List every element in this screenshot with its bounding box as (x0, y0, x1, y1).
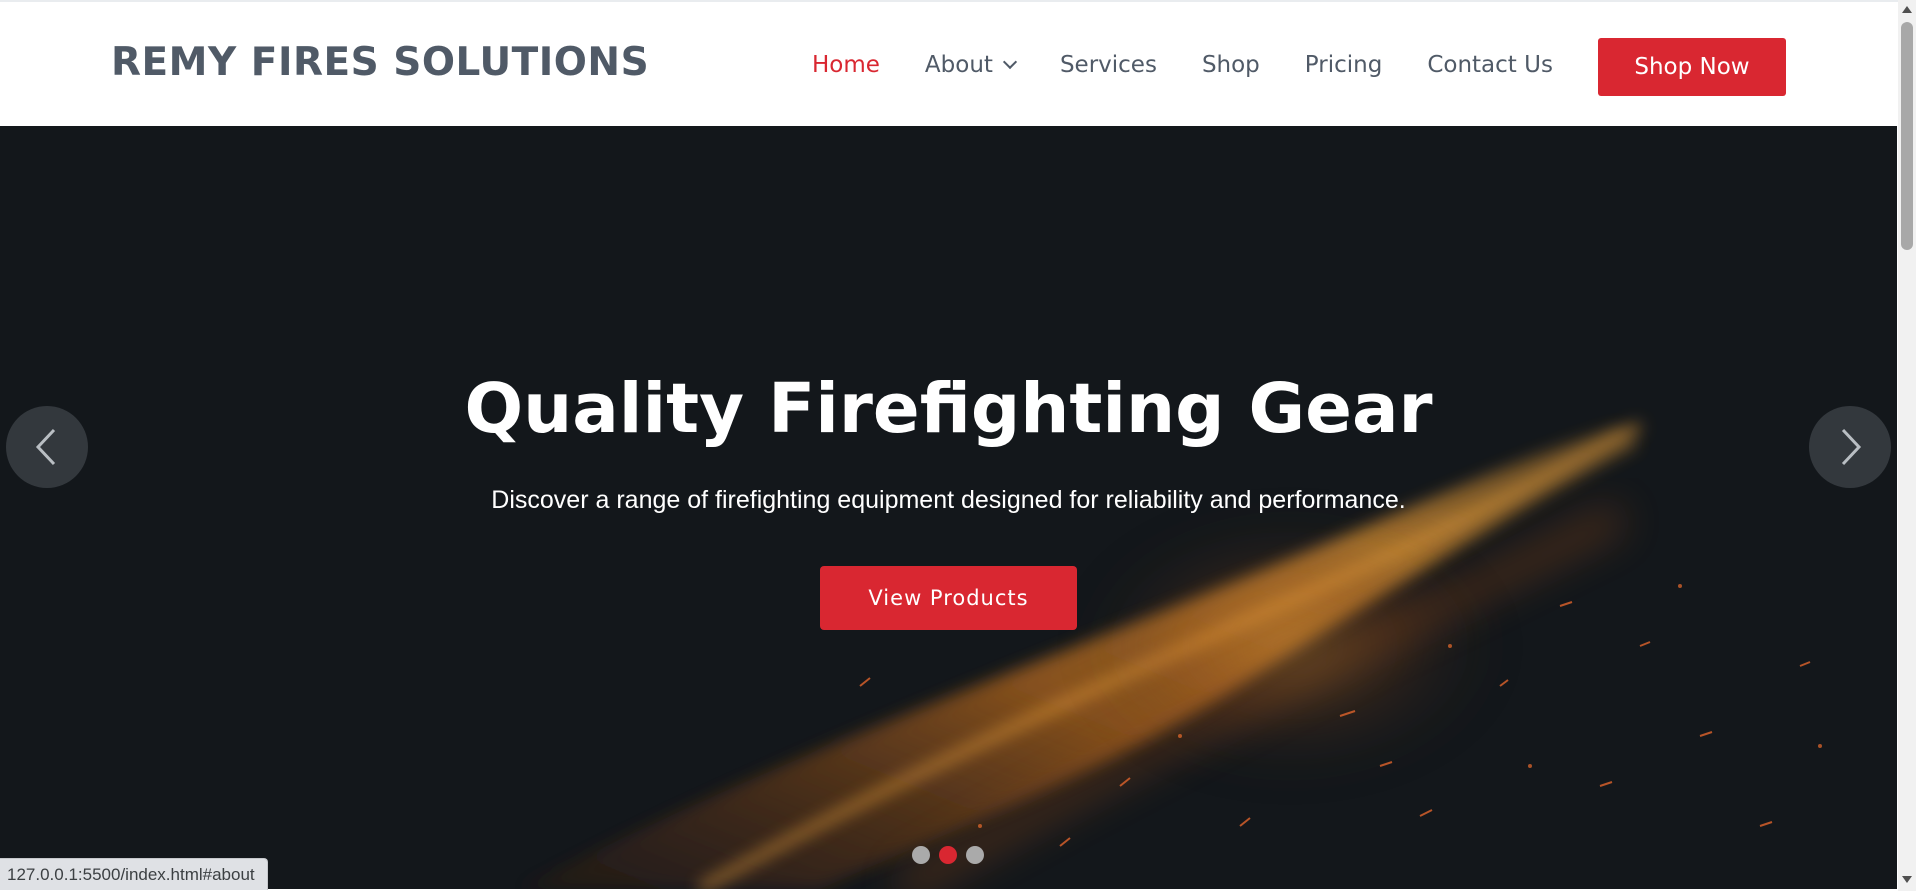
carousel-dot-active[interactable] (939, 846, 957, 864)
scroll-thumb[interactable] (1901, 22, 1913, 250)
status-bar-url: 127.0.0.1:5500/index.html#about (0, 858, 268, 890)
hero-carousel: Quality Firefighting Gear Discover a ran… (0, 126, 1897, 889)
site-logo[interactable]: REMY FIRES SOLUTIONS (111, 40, 649, 85)
chevron-down-icon (1002, 54, 1018, 70)
page-scrollbar[interactable] (1898, 0, 1916, 891)
nav-services[interactable]: Services (1060, 52, 1157, 78)
carousel-dot[interactable] (966, 846, 984, 864)
site-header: REMY FIRES SOLUTIONS Home About Services… (0, 0, 1898, 126)
main-nav: Home About Services Shop Pricing Contact… (812, 2, 1598, 128)
nav-about-label: About (924, 52, 993, 78)
nav-pricing-label: Pricing (1304, 52, 1383, 78)
chevron-right-icon (1841, 428, 1862, 466)
carousel-indicators (912, 846, 993, 864)
nav-about[interactable]: About (924, 52, 1018, 78)
carousel-prev-button[interactable] (6, 406, 88, 488)
nav-pricing[interactable]: Pricing (1305, 52, 1383, 78)
carousel-dot[interactable] (912, 846, 930, 864)
nav-home-label: Home (812, 52, 880, 78)
hero-title: Quality Firefighting Gear (464, 369, 1433, 449)
shop-now-button[interactable]: Shop Now (1598, 38, 1786, 96)
scroll-down-icon[interactable] (1902, 876, 1912, 883)
nav-services-label: Services (1059, 52, 1157, 78)
nav-contact-us[interactable]: Contact Us (1427, 52, 1553, 78)
nav-shop[interactable]: Shop (1202, 52, 1260, 78)
chevron-left-icon (35, 428, 56, 466)
scroll-up-icon[interactable] (1902, 6, 1912, 13)
view-products-button[interactable]: View Products (820, 566, 1077, 630)
carousel-next-button[interactable] (1809, 406, 1891, 488)
nav-shop-label: Shop (1201, 52, 1260, 78)
nav-contact-us-label: Contact Us (1427, 52, 1553, 78)
page: REMY FIRES SOLUTIONS Home About Services… (0, 0, 1916, 891)
nav-home[interactable]: Home (812, 52, 880, 78)
hero-subtitle: Discover a range of firefighting equipme… (491, 486, 1406, 514)
